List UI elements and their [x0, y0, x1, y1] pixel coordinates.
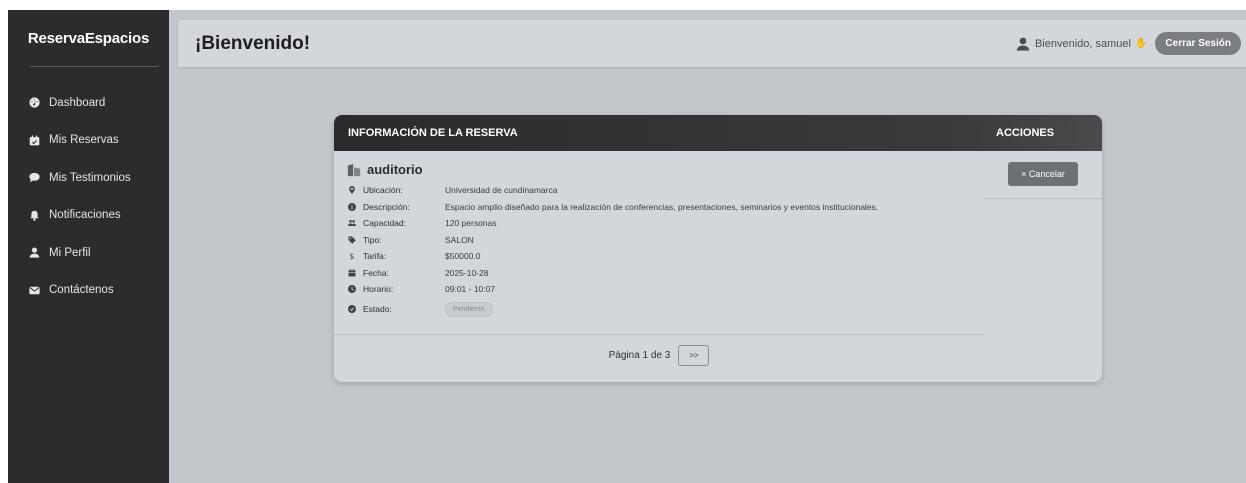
- field-label: Estado:: [363, 304, 392, 314]
- field-tarifa: $ Tarifa: $50000.0: [347, 248, 984, 265]
- bell-icon: [27, 208, 41, 222]
- field-fecha: Fecha: 2025-10-28: [347, 265, 984, 282]
- map-marker-icon: [347, 185, 357, 195]
- field-label: Capacidad:: [363, 218, 407, 229]
- card-body: auditorio Ubicación: Universidad de cund…: [334, 151, 1102, 366]
- tag-icon: [347, 235, 357, 245]
- brand-divider: [30, 66, 159, 67]
- next-page-button[interactable]: >>: [678, 344, 710, 366]
- dollar-icon: $: [347, 251, 357, 261]
- users-icon: [347, 218, 357, 228]
- dashboard-icon: [27, 96, 41, 110]
- clock-icon: [347, 284, 357, 294]
- sidebar-item-label: Mis Reservas: [49, 134, 119, 147]
- info-column-header: INFORMACIÓN DE LA RESERVA: [348, 127, 518, 139]
- sidebar-nav: Dashboard Mis Reservas Mis Testimonios N…: [8, 84, 169, 309]
- sidebar-item-notificaciones[interactable]: Notificaciones: [8, 197, 169, 235]
- cancel-reservation-button[interactable]: × Cancelar: [1008, 162, 1078, 186]
- space-name: auditorio: [347, 162, 984, 177]
- field-value: 09:01 - 10:07: [445, 284, 496, 295]
- calendar-icon: [347, 268, 357, 278]
- field-label: Fecha:: [363, 267, 389, 278]
- calendar-icon: [27, 133, 41, 147]
- welcome-text: Bienvenido, samuel: [1034, 37, 1131, 50]
- sidebar-item-label: Contáctenos: [49, 284, 114, 297]
- waving-hand-icon: ✋: [1134, 38, 1148, 49]
- field-tipo: Tipo: SALON: [347, 232, 984, 249]
- card-header: INFORMACIÓN DE LA RESERVA ACCIONES: [334, 115, 1102, 151]
- reservation-card: INFORMACIÓN DE LA RESERVA ACCIONES audit…: [334, 115, 1102, 382]
- field-value: Universidad de cundinamarca: [445, 185, 558, 196]
- field-label: Tarifa:: [363, 251, 387, 262]
- app-window: ReservaEspacios Dashboard Mis Reservas M…: [8, 10, 1246, 483]
- svg-text:$: $: [350, 252, 355, 260]
- field-descripcion: Descripción: Espacio amplio diseñado par…: [347, 199, 984, 216]
- field-capacidad: Capacidad: 120 personas: [347, 215, 984, 232]
- field-value: 2025-10-28: [445, 267, 489, 278]
- sidebar-item-label: Mi Perfil: [49, 246, 91, 259]
- top-bar: ¡Bienvenido! Bienvenido, samuel ✋ Cerrar…: [178, 20, 1246, 67]
- check-circle-icon: [347, 304, 357, 314]
- space-name-text: auditorio: [367, 162, 423, 177]
- user-area: Bienvenido, samuel ✋ Cerrar Sesión: [1016, 32, 1241, 55]
- actions-column-header: ACCIONES: [996, 127, 1055, 139]
- envelope-icon: [27, 283, 41, 297]
- comment-icon: [27, 171, 41, 185]
- reservation-info: auditorio Ubicación: Universidad de cund…: [334, 151, 984, 366]
- pagination-text: Página 1 de 3: [608, 349, 671, 361]
- field-label: Descripción:: [363, 201, 410, 212]
- sidebar-item-mis-reservas[interactable]: Mis Reservas: [8, 122, 169, 160]
- sidebar-item-label: Notificaciones: [49, 209, 121, 222]
- field-value: SALON: [445, 234, 474, 245]
- logout-button[interactable]: Cerrar Sesión: [1155, 32, 1241, 55]
- field-label: Tipo:: [363, 234, 382, 245]
- field-label: Horario:: [363, 284, 394, 295]
- actions-column: × Cancelar: [984, 151, 1102, 199]
- sidebar-item-label: Mis Testimonios: [49, 171, 131, 184]
- field-label: Ubicación:: [363, 185, 403, 196]
- field-value: 120 personas: [445, 218, 497, 229]
- info-icon: [347, 202, 357, 212]
- field-estado: Estado: Pendiente: [347, 299, 984, 320]
- field-value: $50000.0: [445, 251, 481, 262]
- sidebar-item-contactenos[interactable]: Contáctenos: [8, 272, 169, 310]
- sidebar-item-label: Dashboard: [49, 96, 106, 109]
- sidebar-item-mis-testimonios[interactable]: Mis Testimonios: [8, 159, 169, 197]
- sidebar-item-mi-perfil[interactable]: Mi Perfil: [8, 234, 169, 272]
- status-badge: Pendiente: [445, 301, 493, 317]
- brand-logo[interactable]: ReservaEspacios: [8, 10, 169, 66]
- user-icon: [1016, 37, 1030, 51]
- field-ubicacion: Ubicación: Universidad de cundinamarca: [347, 182, 984, 199]
- sidebar: ReservaEspacios Dashboard Mis Reservas M…: [8, 10, 169, 483]
- building-icon: [347, 163, 367, 177]
- field-horario: Horario: 09:01 - 10:07: [347, 281, 984, 298]
- sidebar-item-dashboard[interactable]: Dashboard: [8, 84, 169, 122]
- field-value: Espacio amplio diseñado para la realizac…: [445, 201, 879, 212]
- main-content: ¡Bienvenido! Bienvenido, samuel ✋ Cerrar…: [169, 10, 1246, 483]
- user-icon: [27, 246, 41, 260]
- pagination: Página 1 de 3 >>: [334, 333, 984, 366]
- page-title: ¡Bienvenido!: [195, 32, 311, 54]
